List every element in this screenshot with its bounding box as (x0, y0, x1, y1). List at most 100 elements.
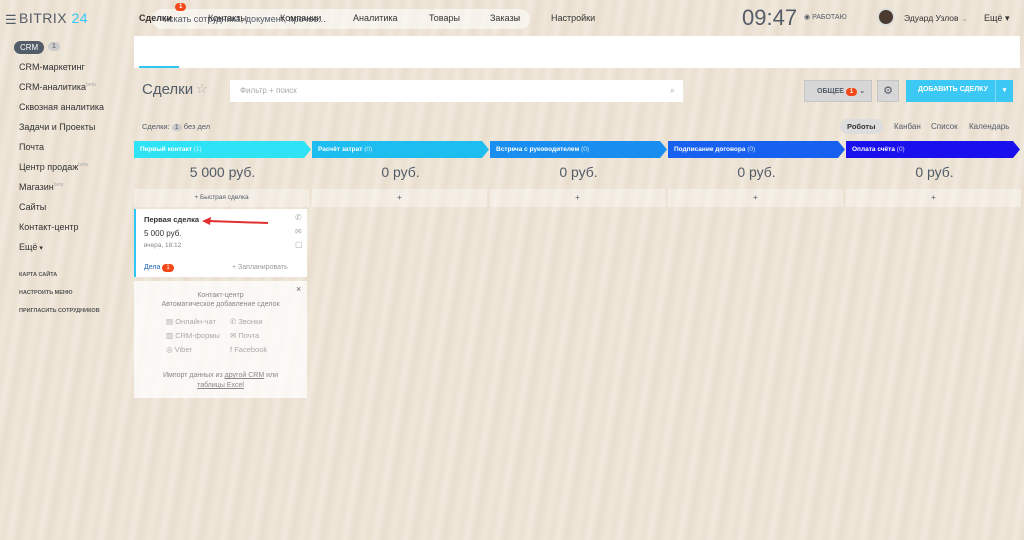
sidebar-item[interactable]: Сквозная аналитика (19, 102, 104, 112)
deal-activities[interactable]: Дела 1 (144, 264, 174, 272)
import-crm-link[interactable]: другой CRM (225, 372, 265, 379)
chevron-down-icon: ▾ (37, 245, 43, 252)
stage-header[interactable]: Встреча с руководителем (0) (490, 141, 667, 158)
menu-icon[interactable]: ☰ (5, 12, 17, 28)
tab-item[interactable]: Сделки 1 (139, 3, 187, 23)
tab-more[interactable]: Ещё ▾ (984, 13, 1009, 24)
plan-button[interactable]: + Запланировать (232, 264, 288, 271)
channel-facebook[interactable]: f Facebook (230, 345, 267, 354)
star-icon[interactable]: ☆ (196, 81, 208, 97)
view-list[interactable]: Список (931, 122, 958, 131)
channel-online-chat[interactable]: ▤ Онлайн-чат (166, 317, 216, 326)
tab-item[interactable]: Компании (280, 13, 321, 23)
stage-count: (0) (896, 146, 905, 153)
sidebar-item[interactable]: Сайты (19, 202, 46, 212)
stage-header[interactable]: Подписание договора (0) (668, 141, 845, 158)
sidebar-item[interactable]: Почта (19, 142, 44, 152)
quick-add-button[interactable]: + (846, 189, 1021, 207)
import-line-2: таблицы Excel (134, 382, 307, 389)
logo[interactable]: BITRIX 24 (19, 10, 88, 26)
tab-label: Настройки (551, 13, 596, 23)
tab-item[interactable]: Аналитика (353, 13, 398, 23)
import-excel-link[interactable]: таблицы Excel (197, 382, 244, 389)
channel-crm-forms[interactable]: ▥ CRM-формы (166, 331, 220, 340)
channel-label: Онлайн-чат (175, 317, 216, 326)
sidebar-item[interactable]: Ещё ▾ (19, 242, 43, 252)
promo-subtitle: Автоматическое добавление сделок (161, 301, 280, 308)
category-select[interactable]: ОБЩЕЕ 1 ⌄ (804, 80, 872, 102)
tab-badge: 1 (175, 3, 187, 11)
logo-text: BITRIX (19, 10, 68, 26)
chevron-down-icon[interactable]: ▾ (995, 80, 1013, 102)
stage-sum: 0 руб. (559, 164, 598, 180)
stage-name: Встреча с руководителем (496, 146, 580, 153)
channel-label: Viber (174, 345, 193, 354)
gear-icon[interactable]: ⚙ (877, 80, 899, 102)
tab-label: Аналитика (353, 13, 398, 23)
sidebar-item[interactable]: CRM-маркетинг (19, 62, 85, 72)
sidebar-link[interactable]: НАСТРОИТЬ МЕНЮ (19, 290, 73, 296)
stage-name: Первый контакт (140, 146, 192, 153)
quick-add-button[interactable]: + Быстрая сделка (134, 189, 309, 207)
channel-calls[interactable]: ✆ Звонки (230, 317, 263, 326)
channel-label: Звонки (238, 317, 263, 326)
quick-add-button[interactable]: + (490, 189, 665, 207)
mail-icon[interactable]: ✉ (295, 227, 302, 236)
sidebar-item-label: Центр продаж (19, 162, 79, 172)
work-status[interactable]: ◉ РАБОТАЮ (804, 13, 847, 21)
avatar[interactable] (877, 8, 895, 26)
filter-input[interactable]: Фильтр + поиск ⌕ (230, 80, 683, 102)
mail-icon: ✉ (230, 331, 237, 340)
beta-label: beta (86, 82, 96, 88)
sidebar-item[interactable]: Центр продажbeta (19, 162, 88, 172)
tab-item[interactable]: Товары (429, 13, 460, 23)
stage-header[interactable]: Первый контакт (1) (134, 141, 311, 158)
deal-activities-badge: 1 (162, 264, 174, 272)
sidebar-link[interactable]: ПРИГЛАСИТЬ СОТРУДНИКОВ (19, 308, 100, 314)
sidebar-item-label: Сайты (19, 202, 47, 212)
beta-label: beta (78, 162, 88, 168)
deals-label: Сделки: (142, 122, 170, 131)
deals-count: 1 (171, 124, 182, 131)
form-icon: ▥ (166, 331, 174, 340)
arrow-annotation (202, 217, 269, 225)
quick-add-button[interactable]: + (312, 189, 487, 207)
tab-label: Товары (429, 13, 460, 23)
sidebar-link[interactable]: КАРТА САЙТА (19, 272, 57, 278)
view-kanban[interactable]: Канбан (894, 122, 921, 131)
category-label: ОБЩЕЕ (817, 88, 844, 95)
chat-icon[interactable]: ▢ (295, 240, 303, 249)
sidebar-item[interactable]: Магазинbeta (19, 182, 63, 192)
tab-item[interactable]: Заказы (490, 13, 520, 23)
channel-viber[interactable]: ◎ Viber (166, 345, 192, 354)
deals-suffix: без дел (183, 122, 211, 131)
page-title: Сделки (142, 81, 194, 98)
deal-title[interactable]: Первая сделка (144, 215, 199, 224)
sidebar-item-label: Сквозная аналитика (19, 102, 105, 112)
channel-mail[interactable]: ✉ Почта (230, 331, 259, 340)
tab-label: Сделки (139, 13, 172, 23)
facebook-icon: f (230, 345, 233, 354)
crm-counter: 1 (48, 42, 60, 51)
stage-header[interactable]: Расчёт затрат (0) (312, 141, 489, 158)
quick-add-button[interactable]: + (668, 189, 843, 207)
user-menu[interactable]: Эдуард Узлов ⌄ (904, 13, 968, 24)
add-deal-button[interactable]: ДОБАВИТЬ СДЕЛКУ ▾ (906, 80, 1013, 102)
tab-label: Контакты (208, 13, 247, 23)
chat-icon: ▤ (166, 317, 174, 326)
sidebar-item[interactable]: CRM-аналитикаbeta (19, 82, 96, 92)
stage-count: (0) (581, 146, 590, 153)
sidebar-item-crm[interactable]: CRM (14, 41, 45, 54)
sidebar-item[interactable]: Задачи и Проекты (19, 122, 95, 132)
tab-item[interactable]: Настройки (551, 13, 595, 23)
phone-icon[interactable]: ✆ (295, 213, 302, 222)
stage-name: Оплата счёта (852, 146, 895, 153)
tab-item[interactable]: Контакты (208, 13, 247, 23)
crm-tabs (134, 36, 1020, 68)
view-robots[interactable]: Роботы (840, 119, 883, 134)
view-calendar[interactable]: Календарь (969, 122, 1009, 131)
stage-header[interactable]: Оплата счёта (0) (846, 141, 1020, 158)
chevron-down-icon: ▾ (1004, 13, 1010, 23)
contact-center-promo: × Контакт-центр Автоматическое добавлени… (134, 281, 307, 398)
sidebar-item[interactable]: Контакт-центр (19, 222, 79, 232)
